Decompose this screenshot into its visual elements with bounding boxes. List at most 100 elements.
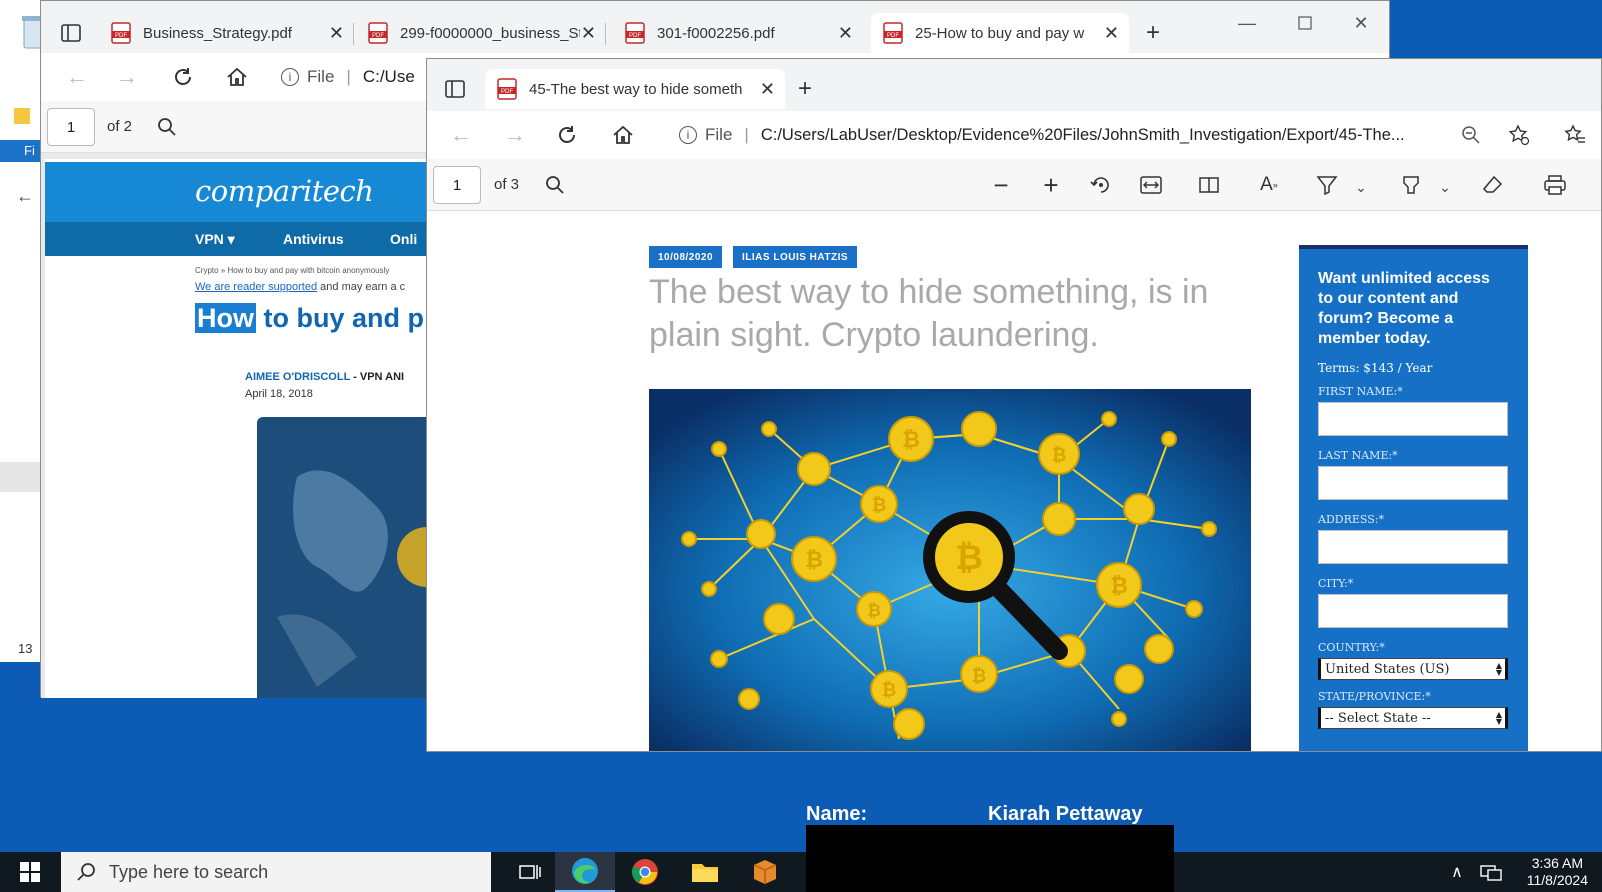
maximize-icon[interactable] (1289, 7, 1321, 39)
page-number-input[interactable]: 1 (47, 108, 95, 146)
close-tab-icon[interactable]: ✕ (581, 23, 596, 44)
author-line: AIMEE O'DRISCOLL - VPN ANI (245, 371, 445, 383)
nav-item-vpn[interactable]: VPN ▾ (195, 231, 235, 248)
zoom-in-button[interactable]: + (1035, 169, 1067, 201)
page-number-input[interactable]: 1 (433, 166, 481, 204)
back-arrow-icon[interactable]: ← (16, 186, 34, 207)
tab-business-strategy[interactable]: PDF Business_Strategy.pdf ✕ (99, 13, 354, 53)
back-icon[interactable]: ← (445, 119, 477, 151)
country-label: COUNTRY:* (1318, 641, 1385, 654)
last-name-field[interactable] (1318, 466, 1508, 500)
state-select[interactable]: -- Select State -- ▲ ▼ (1318, 707, 1508, 729)
eraser-icon[interactable] (1477, 169, 1509, 201)
foreground-browser-window[interactable]: PDF 45-The best way to hide someth ✕ + ←… (426, 58, 1602, 752)
breadcrumb: Crypto » How to buy and pay with bitcoin… (195, 266, 390, 275)
country-select-value: United States (US) (1325, 661, 1450, 677)
app-box-icon[interactable] (735, 852, 795, 892)
highlight-icon[interactable] (1395, 169, 1427, 201)
tab-25-how-to-buy[interactable]: PDF 25-How to buy and pay w ✕ (871, 13, 1129, 53)
system-clock[interactable]: 3:36 AM 11/8/2024 (1527, 855, 1588, 889)
pdf-toolbar: 1 of 3 − + A» ⌄ ⌄ (427, 159, 1601, 211)
rotate-icon[interactable] (1085, 169, 1117, 201)
back-icon[interactable]: ← (61, 61, 93, 93)
highlight-options-chevron-icon[interactable]: ⌄ (1429, 171, 1461, 203)
item-count: 13 (18, 641, 33, 656)
read-aloud-icon[interactable]: A» (1253, 169, 1285, 201)
explorer-window-sliver[interactable]: Recy Fi ← 13 (0, 0, 44, 662)
address-bar[interactable]: i File | C:/Use (281, 67, 415, 87)
selected-row (0, 462, 42, 492)
add-favorite-icon[interactable] (1503, 119, 1535, 151)
nav-item-online[interactable]: Onli (390, 231, 417, 247)
first-name-field[interactable] (1318, 402, 1508, 436)
file-explorer-icon[interactable] (675, 852, 735, 892)
state-select-value: -- Select State -- (1325, 710, 1431, 726)
home-icon[interactable] (607, 119, 639, 151)
svg-text:₿: ₿ (972, 666, 987, 687)
fit-width-icon[interactable] (1135, 169, 1167, 201)
network-icon[interactable] (1474, 852, 1508, 892)
close-tab-icon[interactable]: ✕ (329, 23, 344, 44)
refresh-icon[interactable] (551, 119, 583, 151)
country-select[interactable]: United States (US) ▲ ▼ (1318, 658, 1508, 680)
file-scheme-label: File (705, 125, 733, 144)
draw-options-chevron-icon[interactable]: ⌄ (1345, 171, 1377, 203)
address-field[interactable] (1318, 530, 1508, 564)
title-highlight: How (195, 303, 256, 333)
file-scheme-label: File (307, 67, 335, 86)
new-tab-icon[interactable]: + (1137, 17, 1169, 49)
state-label: STATE/PROVINCE:* (1318, 690, 1431, 703)
task-view-icon[interactable] (500, 852, 560, 892)
taskbar-search-placeholder: Type here to search (109, 861, 269, 882)
start-button[interactable] (0, 852, 60, 892)
tab-label: 299-f0000000_business_St (400, 24, 580, 42)
close-tab-icon[interactable]: ✕ (760, 79, 775, 100)
author-name[interactable]: AIMEE O'DRISCOLL (245, 371, 350, 383)
search-icon[interactable] (539, 169, 571, 201)
tab-301[interactable]: PDF 301-f0002256.pdf ✕ (613, 13, 863, 53)
edge-browser-icon[interactable] (555, 852, 615, 892)
close-tab-icon[interactable]: ✕ (838, 23, 853, 44)
close-tab-icon[interactable]: ✕ (1104, 23, 1119, 44)
show-hidden-icons-chevron-icon[interactable]: ∧ (1442, 852, 1472, 892)
svg-text:₿: ₿ (867, 601, 881, 621)
city-field[interactable] (1318, 594, 1508, 628)
author-suffix: - VPN ANI (353, 371, 405, 383)
world-map-image (257, 417, 445, 698)
search-icon[interactable] (151, 111, 183, 143)
minimize-icon[interactable]: — (1231, 7, 1263, 39)
svg-text:₿: ₿ (902, 428, 920, 453)
draw-filter-icon[interactable] (1311, 169, 1343, 201)
svg-text:PDF: PDF (115, 33, 127, 39)
tab-299-business[interactable]: PDF 299-f0000000_business_St ✕ (356, 13, 606, 53)
disclosure-link[interactable]: We are reader supported (195, 281, 317, 293)
tab-strip: PDF 45-The best way to hide someth ✕ + (427, 59, 1601, 111)
title-rest: to buy and p (263, 303, 424, 333)
home-icon[interactable] (221, 61, 253, 93)
tab-actions-icon[interactable] (439, 73, 471, 105)
svg-text:₿: ₿ (1052, 445, 1067, 466)
address-url: C:/Users/LabUser/Desktop/Evidence%20File… (760, 125, 1405, 144)
zoom-out-button[interactable]: − (985, 169, 1017, 201)
tab-45-best-way-to-hide[interactable]: PDF 45-The best way to hide someth ✕ (485, 69, 785, 109)
close-window-icon[interactable]: ✕ (1345, 7, 1377, 39)
tab-actions-icon[interactable] (55, 17, 87, 49)
refresh-icon[interactable] (167, 61, 199, 93)
name-label: Name: (806, 803, 868, 825)
address-bar[interactable]: i File | C:/Users/LabUser/Desktop/Eviden… (679, 125, 1439, 145)
date-tag: 10/08/2020 (649, 246, 723, 268)
new-tab-icon[interactable]: + (789, 73, 821, 105)
tab-separator (605, 23, 606, 45)
page-view-icon[interactable] (1193, 169, 1225, 201)
nav-item-antivirus[interactable]: Antivirus (283, 231, 344, 247)
ribbon-tab-label[interactable]: Fi (24, 143, 35, 158)
print-icon[interactable] (1539, 169, 1571, 201)
forward-icon[interactable]: → (111, 61, 143, 93)
favorites-icon[interactable] (1559, 119, 1591, 151)
info-icon: i (679, 126, 697, 144)
zoom-out-icon[interactable] (1455, 119, 1487, 151)
chrome-browser-icon[interactable] (615, 852, 675, 892)
recycle-bin-label: Recy (10, 76, 42, 92)
forward-icon[interactable]: → (499, 119, 531, 151)
taskbar-search-box[interactable]: Type here to search (61, 852, 491, 892)
